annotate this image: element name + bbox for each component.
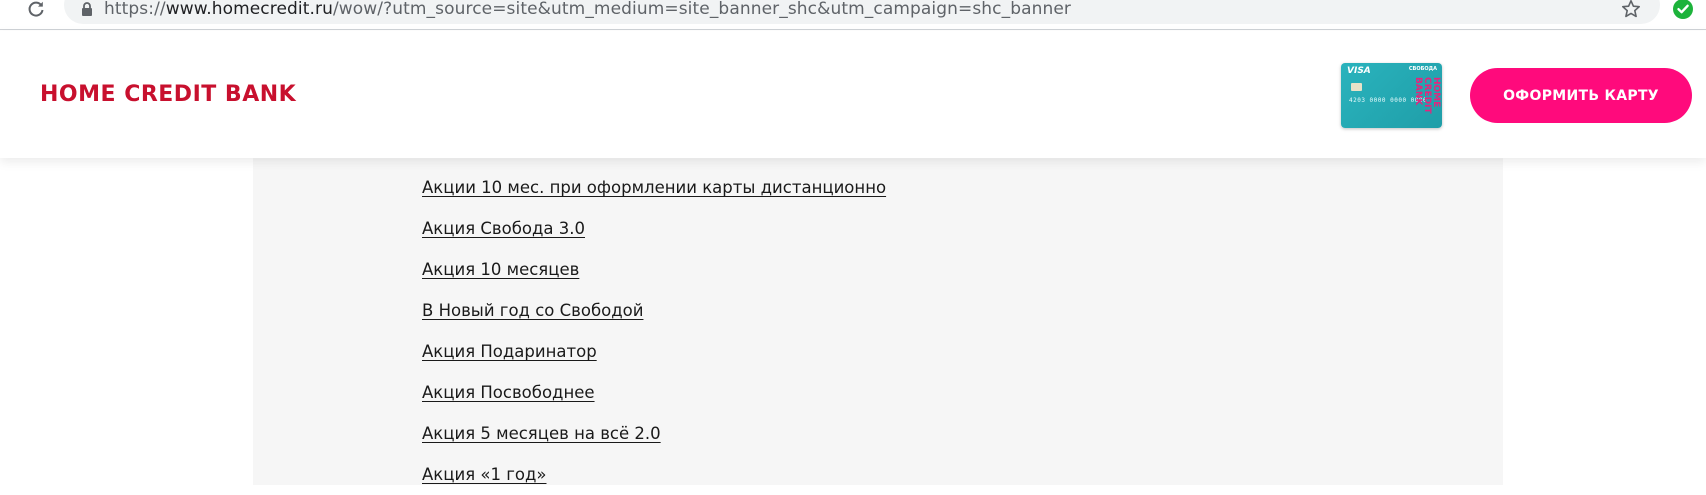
promo-list: Акции 10 мес. при оформлении карты диста… [422,167,886,495]
reload-icon[interactable] [24,0,48,18]
list-item: Акция Подаринатор [422,331,886,372]
home-credit-logo[interactable]: HOME CREDIT BANK [40,79,296,109]
list-item: Акции 10 мес. при оформлении карты диста… [422,167,886,208]
address-bar[interactable]: https://www.homecredit.ru/wow/?utm_sourc… [64,0,1660,24]
lock-icon[interactable] [78,0,96,18]
star-icon[interactable] [1620,0,1642,20]
list-item: В Новый год со Свободой [422,290,886,331]
card-brand-text: HOME CREDIT BANK [1413,77,1441,114]
url-scheme: https:// [104,0,166,19]
url-path: /wow/?utm_source=site&utm_medium=site_ba… [332,0,1072,19]
promo-link[interactable]: Акция «1 год» [422,465,546,484]
site-header: HOME CREDIT BANK VISA СВОБОДА 4203 0000 … [0,31,1706,158]
promo-link[interactable]: Акция Посвободнее [422,383,595,402]
promo-link[interactable]: Акция 5 месяцев на всё 2.0 [422,424,661,443]
apply-card-button[interactable]: ОФОРМИТЬ КАРТУ [1470,68,1692,123]
card-chip-icon [1351,83,1362,91]
check-circle-icon[interactable] [1672,0,1694,20]
credit-card-image[interactable]: VISA СВОБОДА 4203 0000 0000 0000 HOME CR… [1341,63,1442,128]
list-item: Акция «1 год» [422,454,886,495]
url-text[interactable]: https://www.homecredit.ru/wow/?utm_sourc… [104,0,1071,19]
promo-link[interactable]: В Новый год со Свободой [422,301,643,320]
promo-link[interactable]: Акции 10 мес. при оформлении карты диста… [422,178,886,197]
promo-link[interactable]: Акция Свобода 3.0 [422,219,585,238]
list-item: Акция Посвободнее [422,372,886,413]
list-item: Акция 10 месяцев [422,249,886,290]
promo-link[interactable]: Акция Подаринатор [422,342,597,361]
url-host: www.homecredit.ru [165,0,333,19]
browser-toolbar: https://www.homecredit.ru/wow/?utm_sourc… [0,0,1706,30]
promo-link[interactable]: Акция 10 месяцев [422,260,579,279]
list-item: Акция Свобода 3.0 [422,208,886,249]
promo-list-panel: Акции 10 мес. при оформлении карты диста… [253,158,1503,485]
card-product-name: СВОБОДА [1408,66,1437,72]
visa-logo: VISA [1347,66,1371,76]
list-item: Акция 5 месяцев на всё 2.0 [422,413,886,454]
